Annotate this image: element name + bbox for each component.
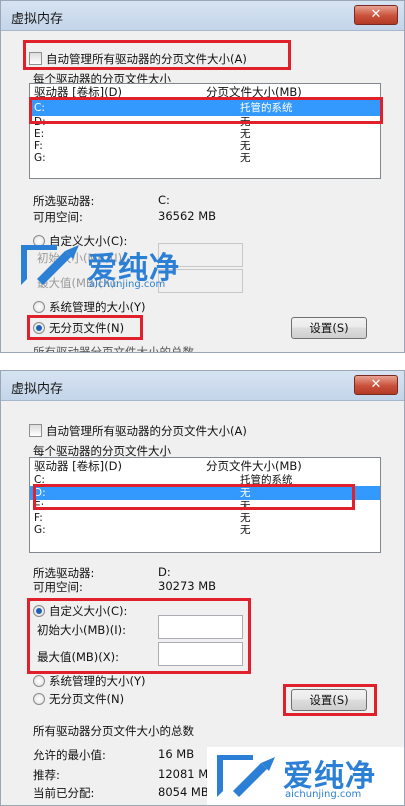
drive-paging-size: 无 [240,512,251,524]
current-allocated-value: 8054 MB [158,785,209,799]
recommended-label: 推荐: [33,768,60,782]
highlight-custom-size [27,598,251,674]
set-button[interactable]: 设置(S) [291,317,367,339]
highlight-auto-manage [23,40,291,70]
highlight-drive-d [33,484,355,510]
auto-manage-checkbox[interactable]: 自动管理所有驱动器的分页文件大小(A) [29,423,247,439]
close-button[interactable]: ✕ [354,375,398,395]
drive-letter: E: [34,128,45,140]
free-space-value: 30273 MB [158,579,217,593]
auto-manage-label: 自动管理所有驱动器的分页文件大小(A) [46,424,247,438]
column-paging-size: 分页文件大小(MB) [206,459,302,473]
min-allowed-label: 允许的最小值: [33,748,106,762]
checkbox-box[interactable] [29,424,42,437]
radio-button[interactable] [33,693,45,705]
drive-letter: F: [34,512,43,524]
drive-letter: G: [34,152,46,164]
selected-drive-value: C: [158,193,170,207]
virtual-memory-dialog-2: 虚拟内存 ✕ 自动管理所有驱动器的分页文件大小(A) 每个驱动器的分页文件大小 … [0,370,405,806]
system-managed-radio[interactable]: 系统管理的大小(Y) [33,299,146,315]
highlight-drive-c [29,97,383,124]
watermark: 爱纯净 aichunjing.com [207,747,404,805]
close-icon: ✕ [370,7,382,22]
highlight-no-paging [27,315,143,340]
list-item-f[interactable]: F: 无 [30,512,380,524]
min-allowed-value: 16 MB [158,747,195,761]
drive-paging-size: 无 [240,152,251,164]
column-drive: 驱动器 [卷标](D) [34,459,122,473]
no-paging-label: 无分页文件(N) [49,692,125,706]
title-bar: 虚拟内存 ✕ [1,1,404,31]
selected-drive-value: D: [158,565,171,579]
close-icon: ✕ [370,377,382,392]
radio-button[interactable] [33,301,45,313]
list-item-g[interactable]: G: 无 [30,152,380,164]
free-space-value: 36562 MB [158,209,217,223]
system-managed-label: 系统管理的大小(Y) [49,300,146,314]
no-paging-radio[interactable]: 无分页文件(N) [33,691,124,707]
window-title: 虚拟内存 [11,382,64,397]
close-button[interactable]: ✕ [354,5,398,25]
radio-button[interactable] [33,675,45,687]
system-managed-label: 系统管理的大小(Y) [49,674,146,688]
current-allocated-label: 当前已分配: [33,786,95,800]
watermark-url: aichunjing.com [285,789,362,800]
title-bar: 虚拟内存 ✕ [1,371,404,401]
list-item-g[interactable]: G: 无 [30,524,380,536]
watermark-logo-icon [21,245,79,285]
list-item-f[interactable]: F: 无 [30,140,380,152]
selected-drive-label: 所选驱动器: [33,194,95,208]
free-space-label: 可用空间: [33,580,83,594]
free-space-label: 可用空间: [33,210,83,224]
watermark-url: aichunjing.com [89,279,166,290]
highlight-set-button [283,684,377,716]
window-title: 虚拟内存 [11,12,64,27]
drive-paging-size: 无 [240,140,251,152]
watermark-logo-icon [217,755,275,797]
virtual-memory-dialog-1: 虚拟内存 ✕ 自动管理所有驱动器的分页文件大小(A) 每个驱动器的分页文件大小 … [0,0,405,353]
drive-letter: F: [34,140,43,152]
drive-letter: G: [34,524,46,536]
drive-paging-size: 无 [240,524,251,536]
total-group-title: 所有驱动器分页文件大小的总数 [33,724,194,738]
total-group-title-cut: 所有驱动器分页文件大小的总数 [33,345,194,353]
system-managed-radio[interactable]: 系统管理的大小(Y) [33,673,146,689]
list-item-e[interactable]: E: 无 [30,128,380,140]
list-header: 驱动器 [卷标](D) 分页文件大小(MB) [30,458,380,474]
drive-paging-size: 无 [240,128,251,140]
